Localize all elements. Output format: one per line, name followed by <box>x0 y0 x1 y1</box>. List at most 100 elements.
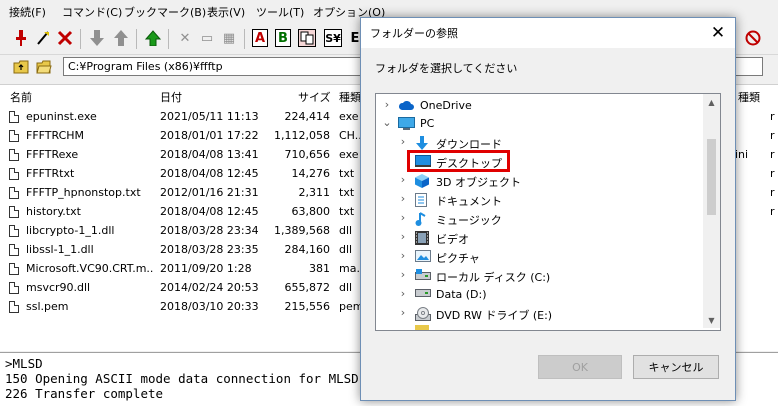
file-icon <box>9 187 19 199</box>
file-row[interactable]: FFFTRtxt 2018/04/08 12:45 14,276 txt <box>0 165 360 184</box>
tree-item-label: PC <box>420 117 435 130</box>
menu-connect[interactable]: 接続(F) <box>9 4 46 20</box>
file-row[interactable]: FFFTP_hpnonstop.txt 2012/01/16 21:31 2,311… <box>0 184 360 203</box>
scroll-thumb[interactable] <box>707 139 716 215</box>
file-row[interactable]: libssl-1_1.dll 2018/03/28 23:35 284,160 dll <box>0 241 360 260</box>
file-icon <box>9 244 19 256</box>
file-name: epuninst.exe <box>26 110 97 123</box>
upload-green-icon[interactable] <box>144 29 162 47</box>
file-row[interactable]: epuninst.exe 2021/05/11 11:13 224,414 exe <box>0 108 360 127</box>
chevron-right-icon[interactable]: › <box>398 211 408 224</box>
column-header-size[interactable]: サイズ <box>298 89 331 105</box>
column-header-date[interactable]: 日付 <box>160 89 182 105</box>
file-row[interactable]: FFFTRCHM 2018/01/01 17:22 1,112,058 CH... <box>0 127 365 146</box>
menu-bookmark[interactable]: ブックマーク(B) <box>124 4 206 20</box>
remote-list-fragment: r <box>770 186 775 199</box>
menu-tools[interactable]: ツール(T) <box>256 4 304 20</box>
tree-item-label: DVD RW ドライブ (E:) <box>436 309 553 322</box>
file-icon <box>9 301 19 313</box>
column-header-type[interactable]: 種類 <box>339 89 361 105</box>
file-size: 2,311 <box>298 186 331 199</box>
folder-tree[interactable]: › OneDrive ⌄ PC › ダウンロード デスクトップ › 3D オブジ… <box>375 93 721 331</box>
tree-item-label: OneDrive <box>420 99 472 112</box>
cancel-button[interactable]: キャンセル <box>633 355 719 379</box>
pc-icon <box>398 117 415 130</box>
menu-command[interactable]: コマンド(C) <box>62 4 122 20</box>
column-header-name[interactable]: 名前 <box>10 89 32 105</box>
chevron-right-icon[interactable]: › <box>382 98 392 111</box>
file-row[interactable]: msvcr90.dll 2014/02/24 20:53 655,872 dll <box>0 279 360 298</box>
picture-icon <box>415 250 431 263</box>
file-row[interactable]: libcrypto-1_1.dll 2018/03/28 23:34 1,389,5… <box>0 222 360 241</box>
dialog-title: フォルダーの参照 <box>370 27 458 40</box>
music-icon <box>415 212 429 226</box>
quick-connect-icon[interactable] <box>34 29 52 47</box>
disk-icon <box>415 269 431 282</box>
file-row[interactable]: Microsoft.VC90.CRT.m... 2011/09/20 1:28 38… <box>0 260 367 279</box>
chevron-right-icon[interactable]: › <box>398 306 408 319</box>
chevron-right-icon[interactable]: › <box>398 249 408 262</box>
scroll-up-icon[interactable]: ▲ <box>703 94 720 110</box>
disconnect-icon[interactable] <box>56 29 74 47</box>
selection-highlight-box <box>407 150 510 172</box>
file-size: 710,656 <box>284 148 331 161</box>
ok-button[interactable]: OK <box>538 355 622 379</box>
stop-icon[interactable] <box>744 29 762 47</box>
ascii-mode-button[interactable]: A <box>252 29 268 47</box>
chevron-right-icon[interactable]: › <box>398 230 408 243</box>
remote-list-fragment: r <box>770 129 775 142</box>
file-icon <box>9 149 19 161</box>
toolbar-separator <box>244 29 245 49</box>
rename-icon[interactable]: ▭ <box>198 29 216 47</box>
download-arrow-icon[interactable] <box>88 29 106 47</box>
chevron-right-icon[interactable]: › <box>398 135 408 148</box>
file-icon <box>9 282 19 294</box>
binary-mode-button[interactable]: B <box>275 29 291 47</box>
file-name: msvcr90.dll <box>26 281 91 294</box>
connect-icon[interactable] <box>12 29 30 47</box>
auto-mode-icon[interactable] <box>298 29 316 47</box>
file-type: txt <box>339 205 355 218</box>
parent-folder-icon[interactable] <box>12 58 30 76</box>
upload-arrow-icon[interactable] <box>112 29 130 47</box>
file-date: 2018/04/08 12:45 <box>160 205 259 218</box>
file-size: 224,414 <box>284 110 331 123</box>
file-size: 381 <box>309 262 330 275</box>
chevron-right-icon[interactable]: › <box>398 287 408 300</box>
file-type: dll <box>339 243 353 256</box>
file-row[interactable]: ssl.pem 2018/03/10 20:33 215,556 pem <box>0 298 363 317</box>
file-size: 63,800 <box>291 205 331 218</box>
delete-icon[interactable]: ✕ <box>176 29 194 47</box>
file-row[interactable]: FFFTRexe 2018/04/08 13:41 710,656 exe <box>0 146 360 165</box>
remote-list-fragment: r <box>770 167 775 180</box>
dialog-instruction: フォルダを選択してください <box>375 62 518 75</box>
file-row[interactable]: history.txt 2018/04/08 12:45 63,800 txt <box>0 203 360 222</box>
file-date: 2018/04/08 13:41 <box>160 148 259 161</box>
file-icon <box>9 111 19 123</box>
tree-scrollbar[interactable]: ▲ ▼ <box>703 94 720 328</box>
mkdir-icon[interactable]: ▦ <box>220 29 238 47</box>
tree-item-label: ピクチャ <box>436 252 480 265</box>
chevron-right-icon[interactable]: › <box>398 268 408 281</box>
tree-item-label: ミュージック <box>436 214 502 227</box>
file-size: 14,276 <box>291 167 331 180</box>
remote-column-header-type[interactable]: 種類 <box>738 89 760 105</box>
file-type: exe <box>339 148 359 161</box>
chevron-right-icon[interactable]: › <box>398 192 408 205</box>
sjis-button[interactable]: S ¥ <box>324 29 342 47</box>
remote-list-fragment: ini <box>735 148 749 161</box>
menu-view[interactable]: 表示(V) <box>207 4 245 20</box>
file-name: ssl.pem <box>26 300 69 313</box>
file-date: 2012/01/16 21:31 <box>160 186 259 199</box>
tree-item-label: Data (D:) <box>436 288 487 301</box>
toolbar-separator <box>168 29 169 49</box>
scroll-down-icon[interactable]: ▼ <box>703 312 720 328</box>
browse-folder-dialog: フォルダーの参照 ✕ フォルダを選択してください › OneDrive ⌄ PC… <box>360 17 736 401</box>
chevron-right-icon[interactable]: › <box>398 173 408 186</box>
close-icon[interactable]: ✕ <box>701 18 735 48</box>
file-name: FFFTRtxt <box>26 167 75 180</box>
file-icon <box>9 168 19 180</box>
open-folder-icon[interactable] <box>35 58 53 76</box>
tree-item-label: ビデオ <box>436 233 469 246</box>
chevron-down-icon[interactable]: ⌄ <box>382 116 392 129</box>
